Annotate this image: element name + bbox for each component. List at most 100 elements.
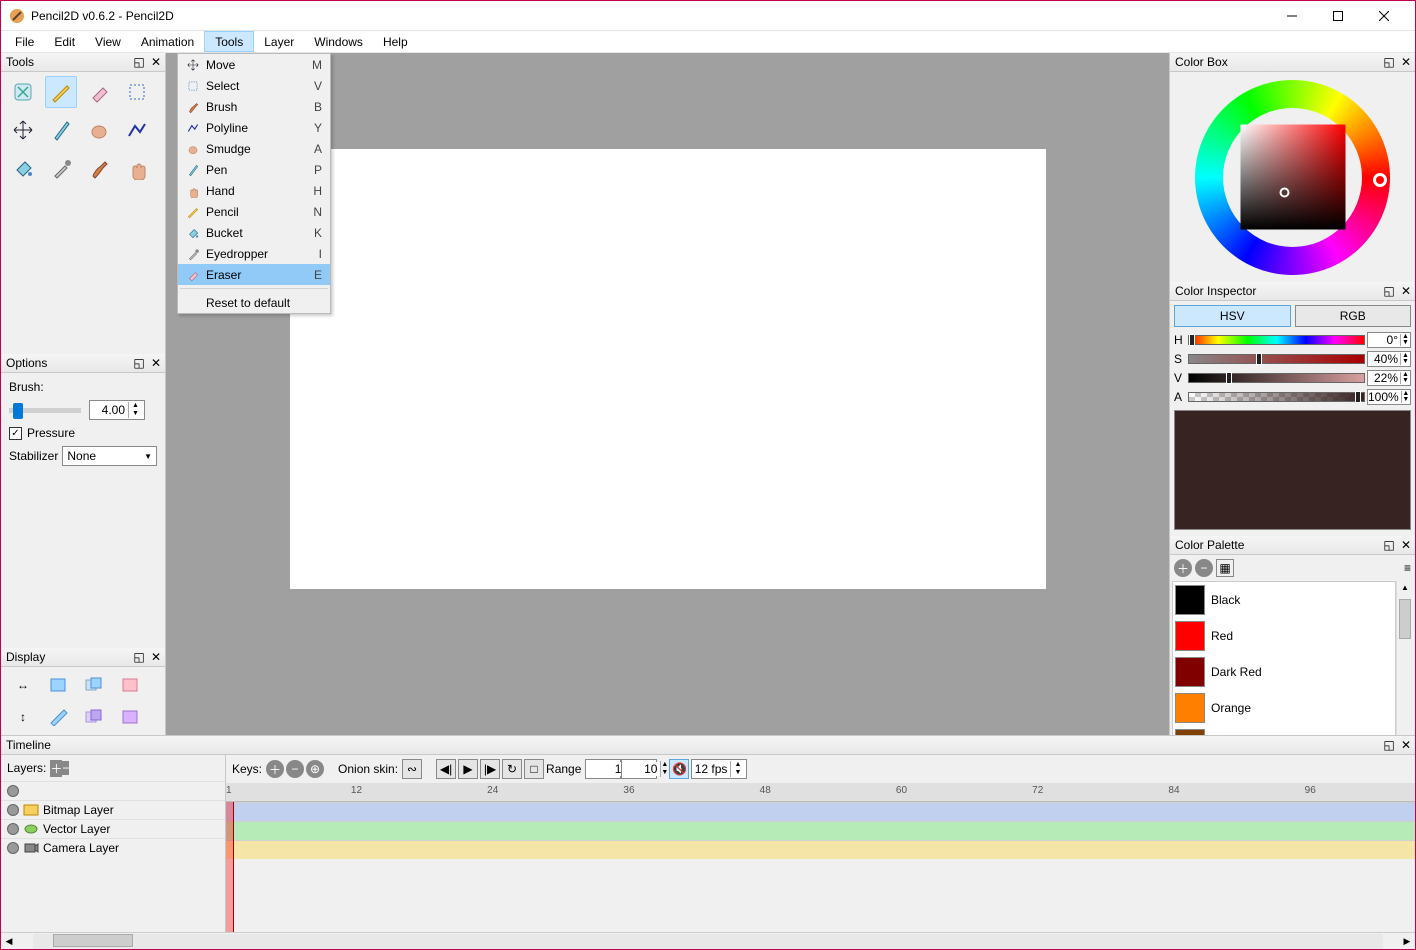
tools-undock-button[interactable]: ◱ <box>131 54 147 70</box>
menu-tools-eyedropper[interactable]: EyedropperI <box>178 243 330 264</box>
tool-hand-button[interactable] <box>121 152 153 184</box>
color-palette-undock-button[interactable]: ◱ <box>1381 537 1397 553</box>
onion-multi-prev-button[interactable] <box>81 673 109 697</box>
palette-item[interactable]: Dark Red <box>1173 654 1395 690</box>
tool-brush-button[interactable] <box>83 152 115 184</box>
play-first-button[interactable]: ◀| <box>436 759 456 779</box>
brush-size-input[interactable] <box>90 403 128 417</box>
menu-animation[interactable]: Animation <box>131 31 204 52</box>
mute-button[interactable]: 🔇 <box>669 759 689 779</box>
tool-move-button[interactable] <box>7 114 39 146</box>
brush-size-slider[interactable] <box>9 408 81 413</box>
tool-select-button[interactable] <box>121 76 153 108</box>
tool-polyline-button[interactable] <box>121 114 153 146</box>
stabilizer-dropdown[interactable]: None ▼ <box>62 446 157 466</box>
maximize-button[interactable] <box>1315 1 1361 31</box>
timeline-scrollbar[interactable]: ◀▶ <box>1 932 1415 949</box>
layer-add-button[interactable]: ＋ <box>50 760 62 777</box>
fps-spinbox[interactable]: ▲▼ <box>691 759 747 779</box>
timeline-undock-button[interactable]: ◱ <box>1381 737 1397 753</box>
close-button[interactable] <box>1361 1 1407 31</box>
menu-tools-polyline[interactable]: PolylineY <box>178 117 330 138</box>
palette-remove-button[interactable]: − <box>1195 559 1213 577</box>
key-duplicate-button[interactable]: ⊕ <box>306 760 324 778</box>
hue-cursor[interactable] <box>1373 173 1387 187</box>
menu-help[interactable]: Help <box>373 31 418 52</box>
menu-windows[interactable]: Windows <box>304 31 373 52</box>
timeline-tracks[interactable]: Keys: ＋ − ⊕ Onion skin: ∾ ◀| ▶ |▶ ↻ □ Ra… <box>226 755 1415 932</box>
mirror-v-button[interactable]: ↕ <box>9 705 37 729</box>
ci-A-value[interactable]: 100%▲▼ <box>1367 389 1411 405</box>
ci-S-value[interactable]: 40%▲▼ <box>1367 351 1411 367</box>
onion-next-button[interactable] <box>117 673 145 697</box>
palette-item[interactable]: Orange <box>1173 690 1395 726</box>
menu-tools-smudge[interactable]: SmudgeA <box>178 138 330 159</box>
tool-smudge-button[interactable] <box>83 114 115 146</box>
track-camera[interactable] <box>226 840 1415 859</box>
menu-edit[interactable]: Edit <box>44 31 85 52</box>
menu-tools-pen[interactable]: PenP <box>178 159 330 180</box>
ci-H-slider[interactable] <box>1188 335 1365 345</box>
tool-clear-button[interactable] <box>7 76 39 108</box>
range-from-input[interactable] <box>586 762 624 776</box>
play-button[interactable]: ▶ <box>458 759 478 779</box>
track-bitmap[interactable] <box>226 802 1415 821</box>
color-inspector-close-button[interactable]: ✕ <box>1398 283 1414 299</box>
mirror-h-button[interactable]: ↔ <box>9 673 37 697</box>
ci-tab-rgb[interactable]: RGB <box>1295 305 1412 327</box>
onion-multi-next-button[interactable] <box>81 705 109 729</box>
palette-scrollbar[interactable]: ▲▼ <box>1396 581 1413 761</box>
tools-close-button[interactable]: ✕ <box>148 54 164 70</box>
tool-pen-button[interactable] <box>45 114 77 146</box>
sv-picker[interactable] <box>1240 125 1345 230</box>
menu-layer[interactable]: Layer <box>254 31 304 52</box>
all-visibility-toggle[interactable] <box>7 785 19 797</box>
layer-visibility-toggle[interactable] <box>7 823 19 835</box>
menu-tools-eraser[interactable]: EraserE <box>178 264 330 285</box>
tool-eraser-button[interactable] <box>83 76 115 108</box>
sound-button[interactable]: □ <box>524 759 544 779</box>
tool-bucket-button[interactable] <box>7 152 39 184</box>
color-palette-close-button[interactable]: ✕ <box>1398 537 1414 553</box>
canvas[interactable] <box>290 149 1046 589</box>
palette-menu-button[interactable]: ≡ <box>1404 561 1411 575</box>
tool-pencil-button[interactable] <box>45 76 77 108</box>
timeline-close-button[interactable]: ✕ <box>1398 737 1414 753</box>
layer-visibility-toggle[interactable] <box>7 842 19 854</box>
brush-size-spinbox[interactable]: ▲▼ <box>89 400 145 420</box>
timeline-ruler[interactable]: 11224364860728496 <box>226 783 1415 802</box>
range-from-spinbox[interactable]: ▲▼ <box>585 759 621 779</box>
display-undock-button[interactable]: ◱ <box>131 649 147 665</box>
menu-tools-bucket[interactable]: BucketK <box>178 222 330 243</box>
menu-tools-select[interactable]: SelectV <box>178 75 330 96</box>
onion-toggle-button[interactable]: ∾ <box>402 759 422 779</box>
key-add-button[interactable]: ＋ <box>266 760 284 778</box>
minimize-button[interactable] <box>1269 1 1315 31</box>
palette-add-button[interactable]: ＋ <box>1174 559 1192 577</box>
options-close-button[interactable]: ✕ <box>148 355 164 371</box>
layer-remove-button[interactable]: − <box>62 761 69 775</box>
pressure-checkbox[interactable] <box>9 427 22 440</box>
palette-item[interactable]: Red <box>1173 618 1395 654</box>
layer-camera[interactable]: Camera Layer <box>1 838 225 857</box>
loop-button[interactable]: ↻ <box>502 759 522 779</box>
range-to-spinbox[interactable]: ▲▼ <box>621 759 657 779</box>
key-remove-button[interactable]: − <box>286 760 304 778</box>
menu-view[interactable]: View <box>85 31 131 52</box>
sv-cursor[interactable] <box>1280 188 1290 198</box>
ci-tab-hsv[interactable]: HSV <box>1174 305 1291 327</box>
tool-eyedropper-button[interactable] <box>45 152 77 184</box>
ci-H-value[interactable]: 0°▲▼ <box>1367 332 1411 348</box>
layer-visibility-toggle[interactable] <box>7 804 19 816</box>
palette-grid-button[interactable]: ▦ <box>1216 559 1234 577</box>
play-last-button[interactable]: |▶ <box>480 759 500 779</box>
onion-prev2-button[interactable] <box>45 705 73 729</box>
onion-next2-button[interactable] <box>117 705 145 729</box>
menu-tools-move[interactable]: MoveM <box>178 54 330 75</box>
track-vector[interactable] <box>226 821 1415 840</box>
menu-tools-reset[interactable]: Reset to default <box>178 292 330 313</box>
layer-vector[interactable]: Vector Layer <box>1 819 225 838</box>
menu-tools[interactable]: Tools <box>204 31 254 52</box>
ci-V-value[interactable]: 22%▲▼ <box>1367 370 1411 386</box>
display-close-button[interactable]: ✕ <box>148 649 164 665</box>
